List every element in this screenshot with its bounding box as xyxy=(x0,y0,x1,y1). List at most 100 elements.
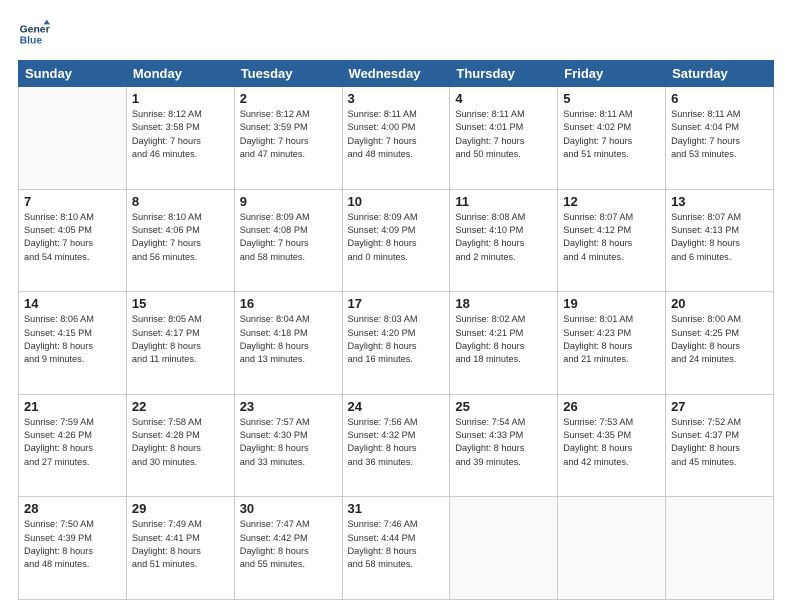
logo: General Blue xyxy=(18,18,50,50)
day-number: 30 xyxy=(240,501,337,516)
calendar-cell: 11 Sunrise: 8:08 AMSunset: 4:10 PMDayligh… xyxy=(450,189,558,292)
calendar-cell: 4Sunrise: 8:11 AMSunset: 4:01 PMDaylight… xyxy=(450,87,558,190)
calendar-cell: 23 Sunrise: 7:57 AMSunset: 4:30 PMDayligh… xyxy=(234,394,342,497)
day-info: Sunrise: 7:52 AMSunset: 4:37 PMDaylight:… xyxy=(671,416,768,469)
day-info: Sunrise: 7:53 AMSunset: 4:35 PMDaylight:… xyxy=(563,416,660,469)
calendar-cell: 29 Sunrise: 7:49 AMSunset: 4:41 PMDayligh… xyxy=(126,497,234,600)
day-number: 31 xyxy=(348,501,445,516)
day-number: 19 xyxy=(563,296,660,311)
calendar-cell xyxy=(558,497,666,600)
svg-text:General: General xyxy=(20,24,50,35)
day-info: Sunrise: 8:10 AMSunset: 4:06 PMDaylight:… xyxy=(132,211,229,264)
calendar-week-row: 14Sunrise: 8:06 AMSunset: 4:15 PMDayligh… xyxy=(19,292,774,395)
calendar-cell: 19 Sunrise: 8:01 AMSunset: 4:23 PMDayligh… xyxy=(558,292,666,395)
day-info: Sunrise: 8:07 AMSunset: 4:12 PMDaylight:… xyxy=(563,211,660,264)
calendar-header-friday: Friday xyxy=(558,61,666,87)
day-number: 17 xyxy=(348,296,445,311)
calendar-cell: 13Sunrise: 8:07 AMSunset: 4:13 PMDayligh… xyxy=(666,189,774,292)
calendar-cell: 26 Sunrise: 7:53 AMSunset: 4:35 PMDayligh… xyxy=(558,394,666,497)
day-number: 12 xyxy=(563,194,660,209)
day-info: Sunrise: 7:56 AMSunset: 4:32 PMDaylight:… xyxy=(348,416,445,469)
day-info: Sunrise: 8:11 AMSunset: 4:04 PMDaylight:… xyxy=(671,108,768,161)
calendar-cell: 7Sunrise: 8:10 AMSunset: 4:05 PMDaylight… xyxy=(19,189,127,292)
calendar-cell xyxy=(666,497,774,600)
calendar-cell: 20 Sunrise: 8:00 AMSunset: 4:25 PMDayligh… xyxy=(666,292,774,395)
day-number: 10 xyxy=(348,194,445,209)
day-number: 14 xyxy=(24,296,121,311)
calendar-cell xyxy=(19,87,127,190)
day-number: 8 xyxy=(132,194,229,209)
calendar-cell: 27 Sunrise: 7:52 AMSunset: 4:37 PMDayligh… xyxy=(666,394,774,497)
day-info: Sunrise: 8:05 AMSunset: 4:17 PMDaylight:… xyxy=(132,313,229,366)
day-info: Sunrise: 8:04 AMSunset: 4:18 PMDaylight:… xyxy=(240,313,337,366)
day-number: 26 xyxy=(563,399,660,414)
calendar-cell: 16Sunrise: 8:04 AMSunset: 4:18 PMDayligh… xyxy=(234,292,342,395)
day-info: Sunrise: 8:02 AMSunset: 4:21 PMDaylight:… xyxy=(455,313,552,366)
day-number: 3 xyxy=(348,91,445,106)
calendar-header-wednesday: Wednesday xyxy=(342,61,450,87)
calendar-week-row: 21 Sunrise: 7:59 AMSunset: 4:26 PMDayligh… xyxy=(19,394,774,497)
calendar-cell: 28 Sunrise: 7:50 AMSunset: 4:39 PMDayligh… xyxy=(19,497,127,600)
day-number: 22 xyxy=(132,399,229,414)
day-info: Sunrise: 7:50 AMSunset: 4:39 PMDaylight:… xyxy=(24,518,121,571)
day-number: 7 xyxy=(24,194,121,209)
day-number: 11 xyxy=(455,194,552,209)
calendar-header-row: SundayMondayTuesdayWednesdayThursdayFrid… xyxy=(19,61,774,87)
calendar-cell: 14Sunrise: 8:06 AMSunset: 4:15 PMDayligh… xyxy=(19,292,127,395)
calendar-cell: 22 Sunrise: 7:58 AMSunset: 4:28 PMDayligh… xyxy=(126,394,234,497)
day-info: Sunrise: 8:08 AMSunset: 4:10 PMDaylight:… xyxy=(455,211,552,264)
calendar-cell: 10 Sunrise: 8:09 AMSunset: 4:09 PMDayligh… xyxy=(342,189,450,292)
calendar-cell: 31 Sunrise: 7:46 AMSunset: 4:44 PMDayligh… xyxy=(342,497,450,600)
day-number: 23 xyxy=(240,399,337,414)
day-number: 2 xyxy=(240,91,337,106)
svg-text:Blue: Blue xyxy=(20,36,43,47)
calendar-cell xyxy=(450,497,558,600)
day-info: Sunrise: 7:57 AMSunset: 4:30 PMDaylight:… xyxy=(240,416,337,469)
day-info: Sunrise: 8:01 AMSunset: 4:23 PMDaylight:… xyxy=(563,313,660,366)
day-info: Sunrise: 7:46 AMSunset: 4:44 PMDaylight:… xyxy=(348,518,445,571)
day-info: Sunrise: 8:07 AMSunset: 4:13 PMDaylight:… xyxy=(671,211,768,264)
day-number: 29 xyxy=(132,501,229,516)
logo-icon: General Blue xyxy=(18,18,50,50)
calendar-cell: 3Sunrise: 8:11 AMSunset: 4:00 PMDaylight… xyxy=(342,87,450,190)
day-number: 25 xyxy=(455,399,552,414)
calendar-cell: 24 Sunrise: 7:56 AMSunset: 4:32 PMDayligh… xyxy=(342,394,450,497)
day-number: 27 xyxy=(671,399,768,414)
calendar-cell: 17Sunrise: 8:03 AMSunset: 4:20 PMDayligh… xyxy=(342,292,450,395)
day-number: 20 xyxy=(671,296,768,311)
calendar-cell: 25 Sunrise: 7:54 AMSunset: 4:33 PMDayligh… xyxy=(450,394,558,497)
day-number: 1 xyxy=(132,91,229,106)
header: General Blue xyxy=(18,18,774,50)
calendar-cell: 21 Sunrise: 7:59 AMSunset: 4:26 PMDayligh… xyxy=(19,394,127,497)
day-info: Sunrise: 8:12 AMSunset: 3:59 PMDaylight:… xyxy=(240,108,337,161)
day-number: 6 xyxy=(671,91,768,106)
day-number: 24 xyxy=(348,399,445,414)
calendar-cell: 9Sunrise: 8:09 AMSunset: 4:08 PMDaylight… xyxy=(234,189,342,292)
calendar-week-row: 28 Sunrise: 7:50 AMSunset: 4:39 PMDayligh… xyxy=(19,497,774,600)
calendar-header-tuesday: Tuesday xyxy=(234,61,342,87)
day-number: 28 xyxy=(24,501,121,516)
day-info: Sunrise: 8:11 AMSunset: 4:02 PMDaylight:… xyxy=(563,108,660,161)
day-info: Sunrise: 8:09 AMSunset: 4:09 PMDaylight:… xyxy=(348,211,445,264)
calendar-week-row: 7Sunrise: 8:10 AMSunset: 4:05 PMDaylight… xyxy=(19,189,774,292)
day-info: Sunrise: 8:12 AMSunset: 3:58 PMDaylight:… xyxy=(132,108,229,161)
calendar-cell: 1 Sunrise: 8:12 AMSunset: 3:58 PMDaylight… xyxy=(126,87,234,190)
day-info: Sunrise: 7:47 AMSunset: 4:42 PMDaylight:… xyxy=(240,518,337,571)
day-info: Sunrise: 7:58 AMSunset: 4:28 PMDaylight:… xyxy=(132,416,229,469)
day-number: 18 xyxy=(455,296,552,311)
calendar-cell: 6 Sunrise: 8:11 AMSunset: 4:04 PMDaylight… xyxy=(666,87,774,190)
day-number: 15 xyxy=(132,296,229,311)
calendar-header-saturday: Saturday xyxy=(666,61,774,87)
day-number: 9 xyxy=(240,194,337,209)
calendar-cell: 2 Sunrise: 8:12 AMSunset: 3:59 PMDaylight… xyxy=(234,87,342,190)
day-number: 5 xyxy=(563,91,660,106)
day-number: 4 xyxy=(455,91,552,106)
calendar-header-sunday: Sunday xyxy=(19,61,127,87)
day-number: 21 xyxy=(24,399,121,414)
day-info: Sunrise: 7:54 AMSunset: 4:33 PMDaylight:… xyxy=(455,416,552,469)
day-info: Sunrise: 7:59 AMSunset: 4:26 PMDaylight:… xyxy=(24,416,121,469)
day-info: Sunrise: 8:00 AMSunset: 4:25 PMDaylight:… xyxy=(671,313,768,366)
calendar-cell: 5 Sunrise: 8:11 AMSunset: 4:02 PMDaylight… xyxy=(558,87,666,190)
calendar-cell: 8 Sunrise: 8:10 AMSunset: 4:06 PMDaylight… xyxy=(126,189,234,292)
day-info: Sunrise: 7:49 AMSunset: 4:41 PMDaylight:… xyxy=(132,518,229,571)
